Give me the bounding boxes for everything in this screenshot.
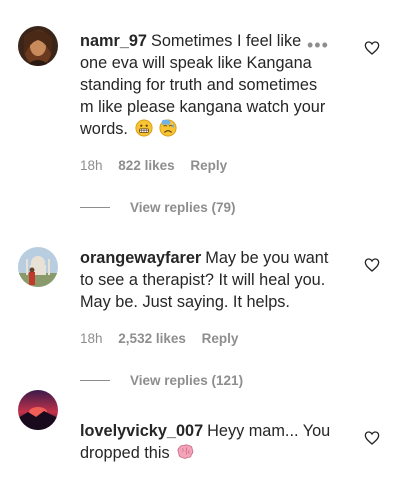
user-avatar[interactable]: [18, 390, 58, 430]
replies-divider: [80, 207, 110, 208]
comment-text-line: Heyy mam... You: [207, 422, 331, 440]
comment-username[interactable]: orangewayfarer: [80, 249, 201, 267]
comment-likes[interactable]: 822 likes: [118, 158, 174, 173]
comment-text-line: m like please kangana watch your: [80, 98, 326, 116]
like-heart-icon[interactable]: [364, 257, 380, 273]
reply-button[interactable]: Reply: [190, 158, 227, 173]
sad-sweat-face-emoji-icon: [159, 119, 177, 137]
comment-item: orangewayfarer May be you want to see a t…: [0, 230, 415, 390]
sunset-avatar-icon: [18, 390, 58, 430]
view-replies-button[interactable]: View replies (121): [80, 373, 243, 388]
replies-divider: [80, 380, 110, 381]
comment-text-line: one eva will speak like Kangana: [80, 54, 312, 72]
reply-button[interactable]: Reply: [202, 331, 239, 346]
comment-text: lovelyvicky_007 Heyy mam... You dropped t…: [80, 420, 348, 464]
comment-text-line: dropped this: [80, 444, 170, 462]
comment-item: namr_97 Sometimes I feel like one eva wil…: [0, 0, 415, 230]
comment-text-line: words.: [80, 120, 128, 138]
user-avatar[interactable]: [18, 247, 58, 287]
comment-meta: 18h 2,532 likes Reply: [80, 331, 238, 346]
grimacing-face-emoji-icon: [134, 119, 153, 137]
view-replies-label: View replies (79): [130, 200, 236, 215]
comment-text: orangewayfarer May be you want to see a t…: [80, 247, 355, 313]
comment-username[interactable]: namr_97: [80, 32, 147, 50]
comment-text-line: Sometimes I feel like: [150, 32, 302, 50]
woman-portrait-avatar-icon: [18, 26, 58, 66]
like-heart-icon[interactable]: [364, 430, 380, 446]
comment-text-line: to see a therapist? It will heal you.: [80, 271, 326, 289]
comment-username[interactable]: lovelyvicky_007: [80, 422, 203, 440]
comment-likes[interactable]: 2,532 likes: [118, 331, 186, 346]
comment-text-line: standing for truth and sometimes: [80, 76, 318, 94]
comment-text-line: May be. Just saying. It helps.: [80, 293, 290, 311]
taj-mahal-avatar-icon: [18, 247, 58, 287]
comment-time[interactable]: 18h: [80, 331, 103, 346]
comment-time[interactable]: 18h: [80, 158, 103, 173]
view-replies-label: View replies (121): [130, 373, 244, 388]
comment-meta: 18h 822 likes Reply: [80, 158, 227, 173]
more-options-icon[interactable]: •••: [307, 35, 329, 56]
view-replies-button[interactable]: View replies (79): [80, 200, 236, 215]
brain-emoji-icon: [177, 444, 194, 459]
like-heart-icon[interactable]: [364, 40, 380, 56]
user-avatar[interactable]: [18, 26, 58, 66]
comment-text-line: May be you want: [205, 249, 329, 267]
comment-item: lovelyvicky_007 Heyy mam... You dropped t…: [0, 390, 415, 477]
